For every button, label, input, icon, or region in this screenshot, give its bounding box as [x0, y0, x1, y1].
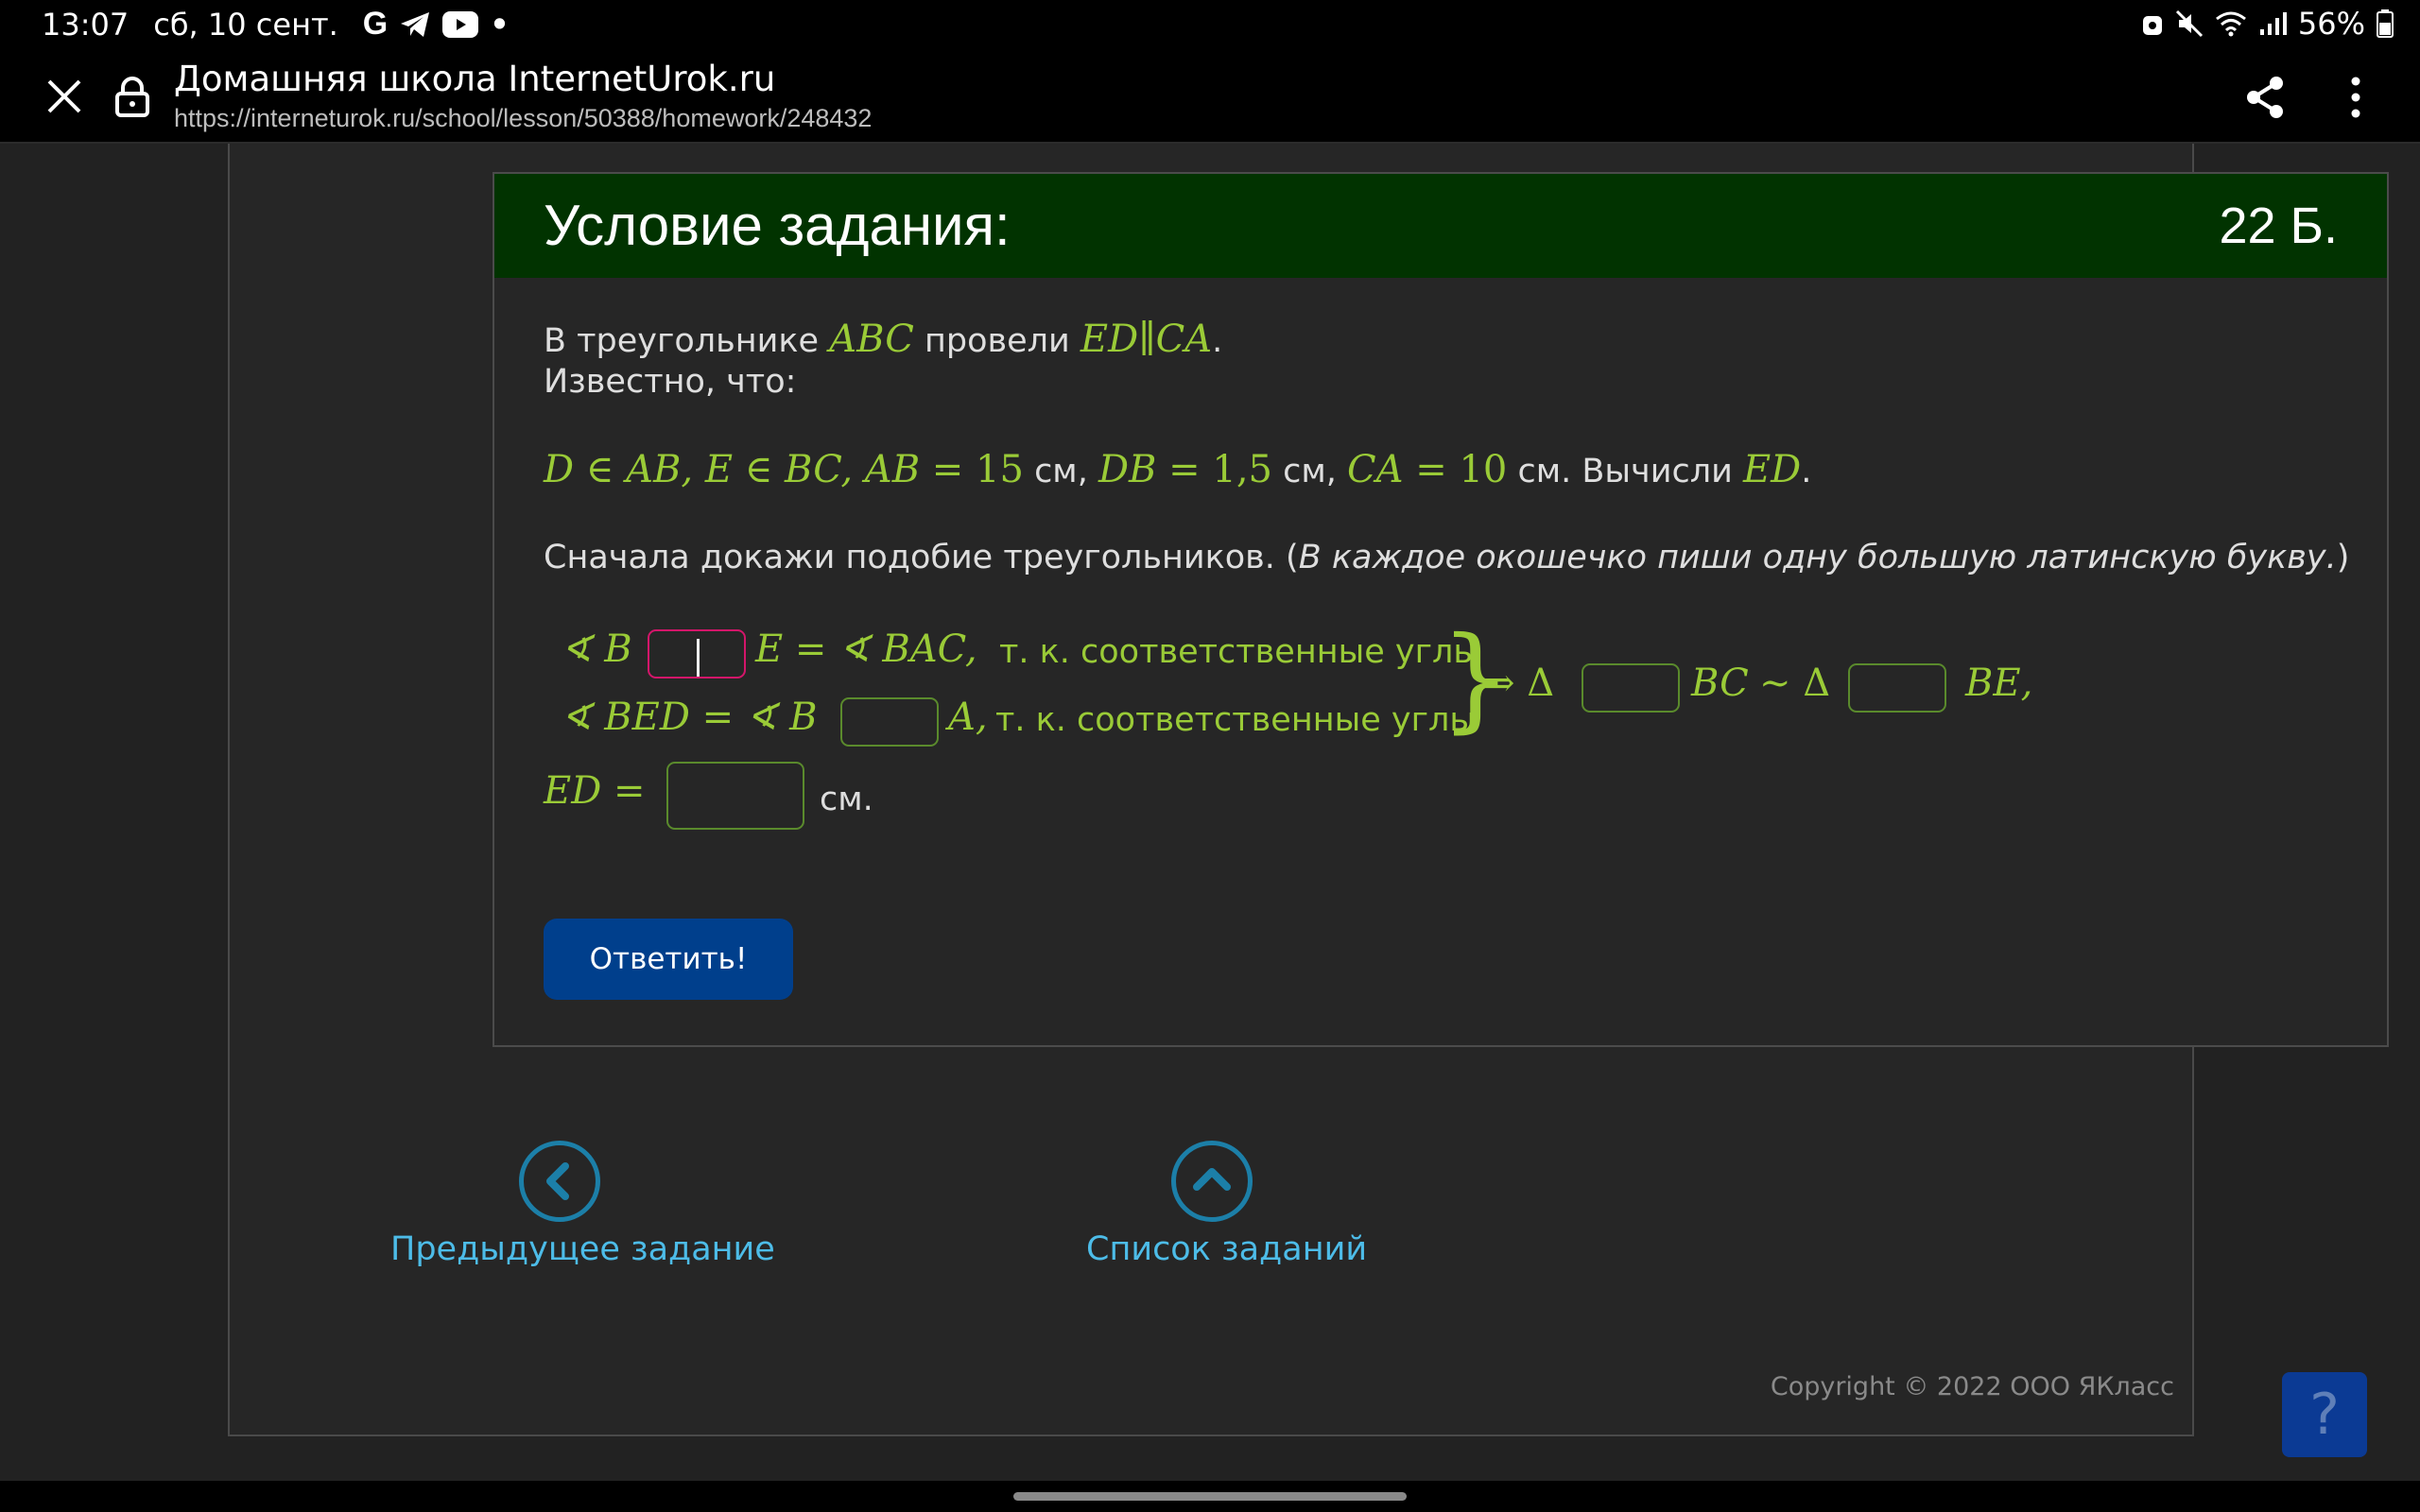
wifi-icon — [2215, 11, 2246, 37]
similarity-be: BE, — [1965, 662, 2033, 705]
battery-percent: 56% — [2297, 6, 2365, 42]
page-title: Домашняя школа InternetUrok.ru — [174, 59, 776, 99]
text-caret — [697, 639, 700, 677]
answer-box-3[interactable] — [1582, 663, 1680, 713]
answer-box-2[interactable] — [840, 697, 939, 747]
ed-answer-input[interactable] — [666, 762, 804, 830]
telegram-icon — [401, 11, 430, 37]
row1-angle-rest: E = ∢ BAC, — [755, 627, 977, 671]
row2-angle: ∢ BED = ∢ B — [561, 696, 818, 739]
ed-label: ED = — [544, 769, 646, 813]
ed-unit: см. — [820, 781, 873, 818]
browser-toolbar: Домашняя школа InternetUrok.ru https://i… — [0, 49, 2420, 144]
mute-icon — [2175, 9, 2203, 38]
task-heading: Условие задания: — [544, 194, 1011, 257]
notification-icons: G • — [363, 6, 510, 43]
status-time: 13:07 — [42, 6, 130, 43]
home-indicator[interactable] — [0, 1481, 2420, 1512]
task-conditions: D ∈ AB, E ∈ BC, AB = 15 см, DB = 1,5 см,… — [544, 448, 1812, 491]
row2-reason: т. к. соответственные углы — [995, 701, 1476, 739]
row1-reason: т. к. соответственные углы — [999, 633, 1479, 671]
copyright: Copyright © 2022 ООО ЯКласс — [1770, 1372, 2174, 1401]
close-icon[interactable] — [43, 76, 85, 117]
content-frame: Условие задания: 22 Б. В треугольнике AB… — [228, 144, 2389, 1436]
share-icon[interactable] — [2244, 76, 2286, 119]
page-content: Условие задания: 22 Б. В треугольнике AB… — [0, 144, 2420, 1512]
status-bar: 13:07 сб, 10 сент. G • 56% — [0, 0, 2420, 49]
task-text-line1: В треугольнике ABC провели ED∥CA. — [544, 318, 1223, 361]
task-list-link[interactable]: Список заданий — [1086, 1230, 1367, 1268]
home-bar[interactable] — [1013, 1492, 1407, 1501]
battery-icon — [2377, 9, 2394, 38]
more-options-icon[interactable] — [2337, 76, 2375, 119]
task-instruction: Сначала докажи подобие треугольников. (В… — [544, 539, 2350, 576]
answer-box-4[interactable] — [1848, 663, 1946, 713]
task-points: 22 Б. — [2219, 198, 2338, 254]
notification-dot: • — [490, 6, 510, 43]
row2-angle-rest: A, — [948, 696, 988, 739]
task-card: Условие задания: 22 Б. В треугольнике AB… — [493, 172, 2389, 1047]
alarm-icon — [2142, 16, 2162, 35]
status-date: сб, 10 сент. — [153, 6, 338, 43]
task-text-line2: Известно, что: — [544, 363, 797, 401]
task-header: Условие задания: 22 Б. — [494, 174, 2387, 278]
help-button[interactable]: ? — [2282, 1372, 2367, 1457]
page-url[interactable]: https://interneturok.ru/school/lesson/50… — [174, 104, 872, 133]
prev-task-link[interactable]: Предыдущее задание — [390, 1230, 775, 1268]
chevron-left-icon — [546, 1162, 569, 1200]
implies-delta: ⇒ Δ — [1483, 662, 1555, 705]
signal-icon — [2259, 12, 2287, 35]
google-icon: G — [362, 6, 389, 42]
answer-button[interactable]: Ответить! — [544, 919, 793, 1000]
answer-box-1[interactable] — [648, 629, 746, 679]
row1-angle: ∢ B — [561, 627, 632, 671]
task-list-icon[interactable] — [1171, 1141, 1253, 1222]
similarity-bc: BC — [1691, 662, 1749, 705]
youtube-icon — [442, 10, 479, 38]
lock-icon[interactable] — [113, 76, 151, 117]
similar-delta: ∼ Δ — [1759, 662, 1831, 705]
prev-task-icon[interactable] — [519, 1141, 600, 1222]
chevron-up-icon — [1193, 1168, 1231, 1191]
